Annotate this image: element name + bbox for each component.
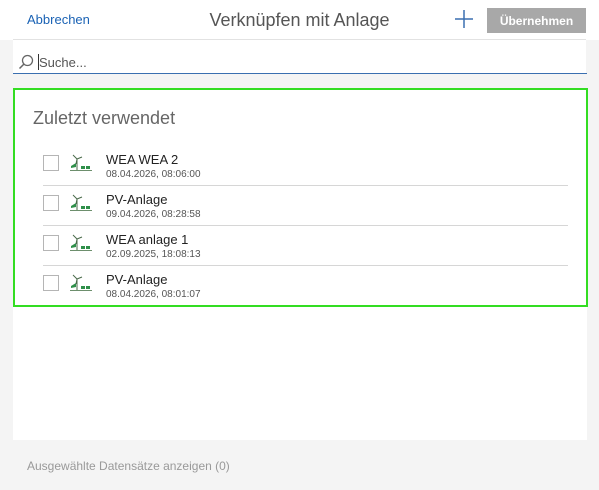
search-input[interactable] [39, 53, 579, 71]
show-selected-link[interactable]: Ausgewählte Datensätze anzeigen (0) [27, 459, 230, 473]
search-underline [13, 73, 587, 74]
search-icon [18, 54, 34, 70]
apply-button[interactable]: Übernehmen [487, 8, 586, 33]
add-icon[interactable] [453, 8, 475, 30]
search-bar [13, 40, 586, 74]
recent-section-highlight [13, 88, 588, 307]
dialog-header: Abbrechen Verknüpfen mit Anlage Übernehm… [0, 0, 599, 40]
text-cursor [38, 54, 39, 70]
